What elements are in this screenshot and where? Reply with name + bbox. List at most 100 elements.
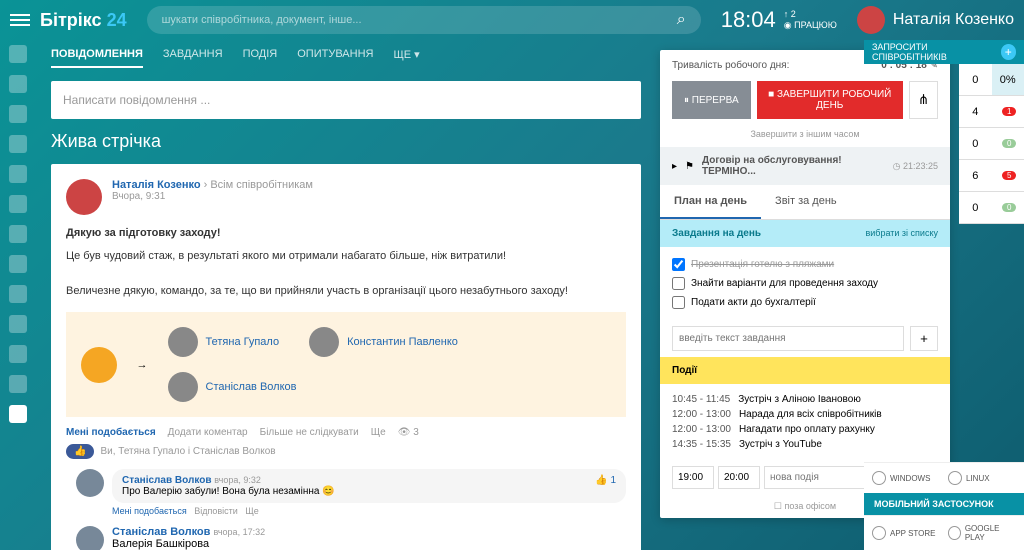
badge-person[interactable]: Тетяна Гупало: [168, 327, 280, 357]
play-icon: [948, 526, 961, 540]
counters: 00% 41 00 65 00: [959, 64, 1024, 224]
invite-bar[interactable]: ЗАПРОСИТИ СПІВРОБІТНИКІВ +: [864, 40, 1024, 64]
avatar[interactable]: [66, 179, 102, 215]
mobile-apps-header: МОБІЛЬНИЙ ЗАСТОСУНОК: [864, 493, 1024, 515]
sidebar-item[interactable]: [9, 375, 27, 393]
comment-author[interactable]: Станіслав Волков: [122, 475, 211, 486]
counter[interactable]: 0: [992, 192, 1024, 223]
event-item[interactable]: 10:45 - 11:45Зустріч з Аліною Івановою: [672, 392, 938, 407]
urgent-task[interactable]: ▸ ⚑ Договір на обслуговування! ТЕРМІНО..…: [660, 147, 950, 185]
compose-box[interactable]: Написати повідомлення ...: [51, 81, 641, 119]
feed-tabs: ПОВІДОМЛЕННЯ ЗАВДАННЯ ПОДІЯ ОПИТУВАННЯ Щ…: [36, 40, 656, 76]
select-from-list[interactable]: вибрати зі списку: [866, 228, 939, 239]
event-item[interactable]: 14:35 - 15:35Зустріч з YouTube: [672, 437, 938, 452]
sidebar-item[interactable]: [9, 195, 27, 213]
like-button[interactable]: Мені подобається: [66, 427, 156, 438]
counter[interactable]: 1: [992, 96, 1024, 127]
add-task-button[interactable]: +: [910, 326, 938, 351]
appreciation-badges: → Тетяна Гупало Константин Павленко Стан…: [66, 312, 626, 417]
work-status[interactable]: ↑ 2◉ ПРАЦЮЮ: [784, 9, 837, 31]
play-icon[interactable]: ▸: [672, 161, 677, 172]
more-button[interactable]: Ще: [245, 506, 258, 516]
new-task-input[interactable]: [672, 326, 904, 351]
end-other-time[interactable]: Завершити з іншим часом: [660, 129, 950, 147]
clock: 18:04: [721, 7, 776, 33]
counter[interactable]: 0: [992, 128, 1024, 159]
badge-person[interactable]: Константин Павленко: [309, 327, 458, 357]
pause-button[interactable]: ⏸ ПЕРЕРВА: [672, 81, 751, 119]
post-title: Дякую за підготовку заходу!: [66, 225, 626, 243]
counter[interactable]: 5: [992, 160, 1024, 191]
unfollow-button[interactable]: Більше не слідкувати: [260, 427, 359, 438]
tab-messages[interactable]: ПОВІДОМЛЕННЯ: [51, 48, 143, 68]
like-icon[interactable]: 👍: [66, 444, 94, 459]
end-workday-button[interactable]: ■ ЗАВЕРШИТИ РОБОЧИЙ ДЕНЬ: [757, 81, 903, 119]
sidebar-item[interactable]: [9, 345, 27, 363]
counter[interactable]: 0: [959, 128, 992, 159]
post-recipients: › Всім співробітникам: [204, 179, 313, 191]
sidebar-item[interactable]: [9, 165, 27, 183]
sidebar-item[interactable]: [9, 225, 27, 243]
tab-day-report[interactable]: Звіт за день: [761, 185, 851, 219]
badge-person[interactable]: Станіслав Волков: [168, 372, 611, 402]
post-time: Вчора, 9:31: [112, 191, 313, 202]
event-to-input[interactable]: [718, 466, 760, 489]
avatar[interactable]: [76, 526, 104, 550]
sidebar-item[interactable]: [9, 105, 27, 123]
views-icon: 👁 3: [398, 427, 419, 438]
task-item[interactable]: Знайти варіанти для проведення заходу: [672, 274, 938, 293]
event-item[interactable]: 12:00 - 13:00Нарада для всіх співробітни…: [672, 407, 938, 422]
sidebar: [0, 40, 36, 550]
tab-poll[interactable]: ОПИТУВАННЯ: [297, 48, 373, 68]
googleplay-link[interactable]: GOOGLE PLAY: [948, 524, 1016, 542]
counter[interactable]: 6: [959, 160, 992, 191]
task-item[interactable]: Подати акти до бухгалтерії: [672, 293, 938, 312]
trophy-icon: [81, 347, 117, 383]
windows-icon: [872, 471, 886, 485]
comment: Станіслав Волков вчора, 9:32 👍 1 Про Вал…: [66, 469, 626, 516]
post-author[interactable]: Наталія Козенко: [112, 179, 201, 191]
linux-icon: [948, 471, 962, 485]
tab-day-plan[interactable]: План на день: [660, 185, 761, 219]
sidebar-item[interactable]: [9, 285, 27, 303]
workday-panel: Тривалість робочого дня: 0 : 05 : 18 ✎ ⏸…: [660, 50, 950, 518]
appstore-link[interactable]: APP STORE: [872, 524, 940, 542]
windows-app[interactable]: WINDOWS: [872, 471, 940, 485]
counter[interactable]: 4: [959, 96, 992, 127]
comment-author[interactable]: Станіслав Волков: [112, 526, 210, 538]
feed-title: Жива стрічка: [51, 131, 641, 152]
more-button[interactable]: Ще: [371, 427, 386, 438]
event-item[interactable]: 12:00 - 13:00Нагадати про оплату рахунку: [672, 422, 938, 437]
comment: Станіслав Волков вчора, 17:32 Валерія Ба…: [66, 526, 626, 550]
avatar[interactable]: [76, 469, 104, 497]
tab-tasks[interactable]: ЗАВДАННЯ: [163, 48, 223, 68]
events-header: Події: [660, 357, 950, 384]
search-icon[interactable]: ⌕: [677, 11, 686, 29]
search-bar[interactable]: ⌕: [147, 6, 701, 34]
counter[interactable]: 0: [959, 64, 992, 95]
plus-icon[interactable]: +: [1001, 44, 1016, 60]
sidebar-item[interactable]: [9, 405, 27, 423]
reply-button[interactable]: Відповісти: [194, 506, 238, 516]
sidebar-item[interactable]: [9, 135, 27, 153]
tab-more[interactable]: ЩЕ ▾: [393, 48, 419, 68]
linux-app[interactable]: LINUX: [948, 471, 1016, 485]
menu-icon[interactable]: [10, 11, 30, 29]
sidebar-item[interactable]: [9, 255, 27, 273]
task-item[interactable]: Презентація готелю з пляжами: [672, 255, 938, 274]
comment-text: Валерія Башкірова: [112, 538, 626, 550]
flag-icon: ⚑: [685, 161, 694, 172]
event-from-input[interactable]: [672, 466, 714, 489]
counter[interactable]: 0%: [992, 64, 1024, 95]
tab-event[interactable]: ПОДІЯ: [243, 48, 278, 68]
like-button[interactable]: Мені подобається: [112, 506, 187, 516]
share-button[interactable]: ⋔: [909, 81, 938, 119]
sidebar-item[interactable]: [9, 45, 27, 63]
comment-button[interactable]: Додати коментар: [168, 427, 248, 438]
liked-by: Ви, Тетяна Гупало і Станіслав Волков: [100, 446, 275, 457]
search-input[interactable]: [162, 14, 677, 26]
counter[interactable]: 0: [959, 192, 992, 223]
sidebar-item[interactable]: [9, 315, 27, 333]
sidebar-item[interactable]: [9, 75, 27, 93]
user-menu[interactable]: Наталія Козенко: [857, 6, 1014, 34]
